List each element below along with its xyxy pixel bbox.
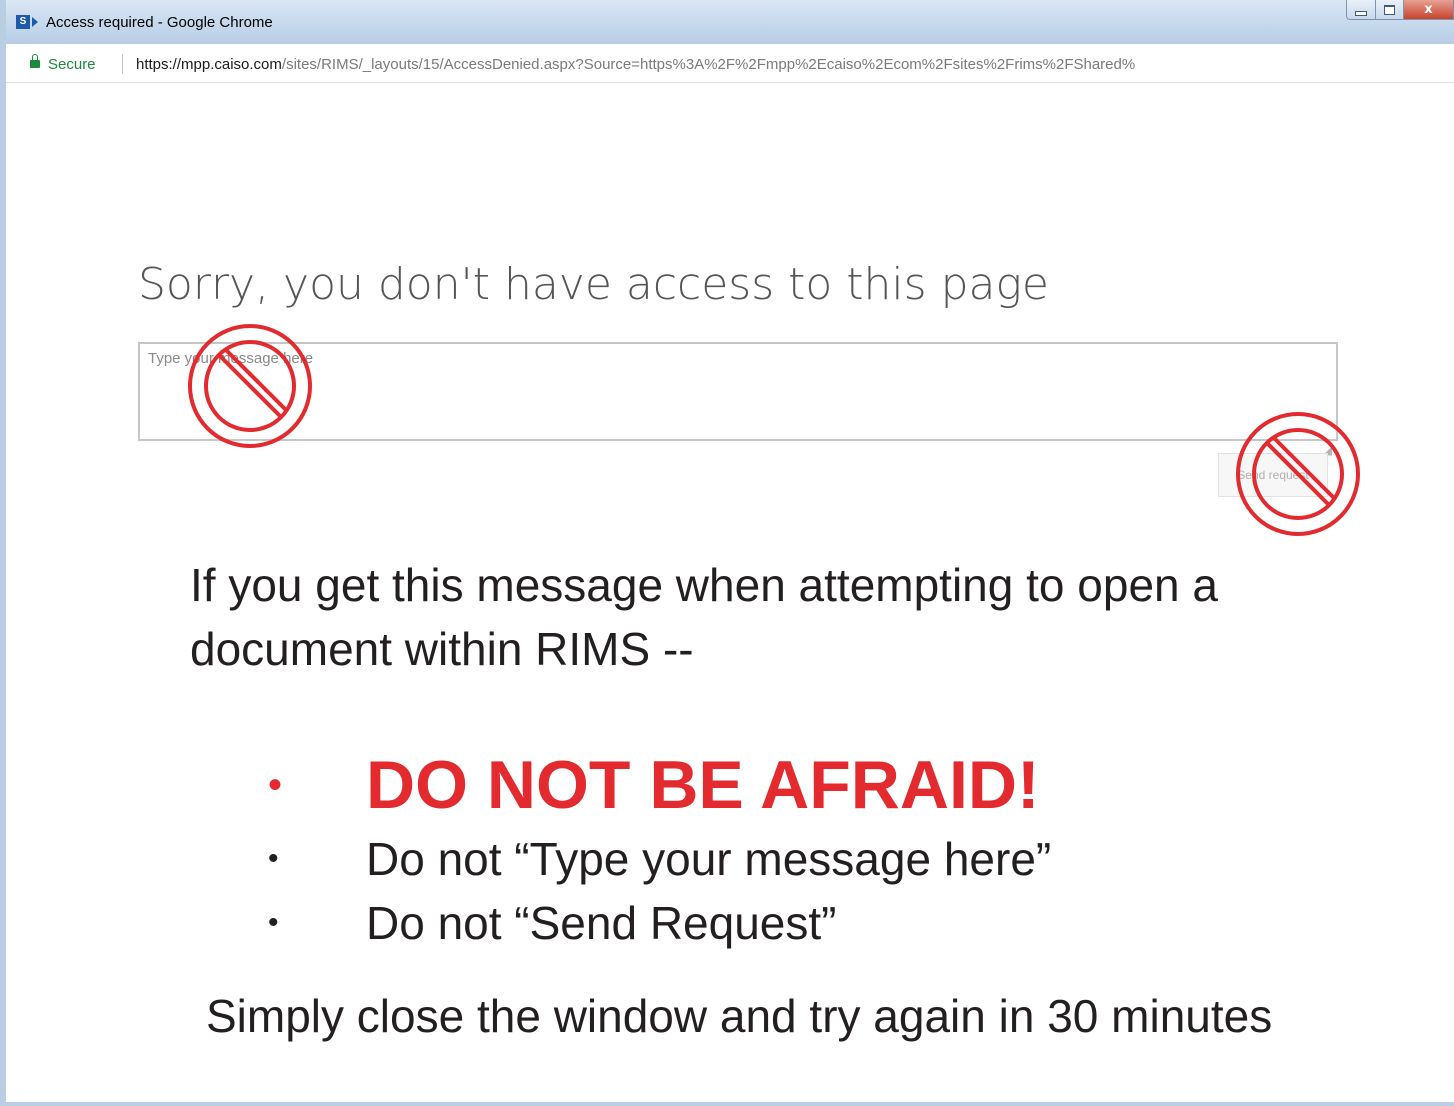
list-item: • DO NOT BE AFRAID!	[268, 743, 1051, 827]
bullet-text: DO NOT BE AFRAID!	[366, 747, 1040, 823]
url-field[interactable]: https://mpp.caiso.com/sites/RIMS/_layout…	[136, 56, 1446, 73]
close-icon: x	[1424, 2, 1433, 17]
maximize-icon	[1384, 4, 1395, 15]
address-separator	[122, 54, 123, 74]
maximize-button[interactable]	[1376, 0, 1404, 20]
sharepoint-app-icon: S	[16, 15, 30, 29]
window-controls: x	[1346, 0, 1454, 22]
url-host: https://mpp.caiso.com	[136, 56, 282, 73]
title-bar[interactable]: S Access required - Google Chrome x	[6, 0, 1454, 44]
list-item: • Do not “Send Request”	[268, 891, 1051, 955]
address-bar[interactable]: Secure https://mpp.caiso.com/sites/RIMS/…	[6, 44, 1454, 83]
bullet-icon: •	[268, 763, 283, 807]
minimize-button[interactable]	[1346, 0, 1376, 20]
prohibited-icon	[188, 324, 312, 448]
closing-text: Simply close the window and try again in…	[206, 990, 1273, 1042]
url-path: /sites/RIMS/_layouts/15/AccessDenied.asp…	[281, 56, 1136, 73]
page-title: Sorry, you don't have access to this pag…	[138, 259, 1049, 310]
prohibited-icon	[1236, 412, 1360, 536]
window-title: Access required - Google Chrome	[46, 14, 273, 31]
close-button[interactable]: x	[1404, 0, 1454, 20]
browser-window: S Access required - Google Chrome x Secu…	[0, 0, 1454, 1106]
page-content: Sorry, you don't have access to this pag…	[6, 83, 1454, 1102]
secure-label[interactable]: Secure	[48, 56, 96, 73]
message-box[interactable]: ◢	[138, 342, 1338, 457]
bullet-icon: •	[268, 906, 279, 939]
lock-icon[interactable]	[30, 54, 40, 68]
message-input[interactable]	[140, 344, 1336, 439]
intro-text: If you get this message when attempting …	[190, 559, 1218, 675]
bullet-icon: •	[268, 842, 279, 875]
bullet-text: Do not “Type your message here”	[366, 833, 1052, 885]
minimize-icon	[1355, 11, 1367, 16]
app-icon-arrow	[32, 17, 38, 27]
list-item: • Do not “Type your message here”	[268, 827, 1051, 891]
bullet-text: Do not “Send Request”	[366, 897, 837, 949]
instruction-list: • DO NOT BE AFRAID! • Do not “Type your …	[268, 743, 1051, 955]
